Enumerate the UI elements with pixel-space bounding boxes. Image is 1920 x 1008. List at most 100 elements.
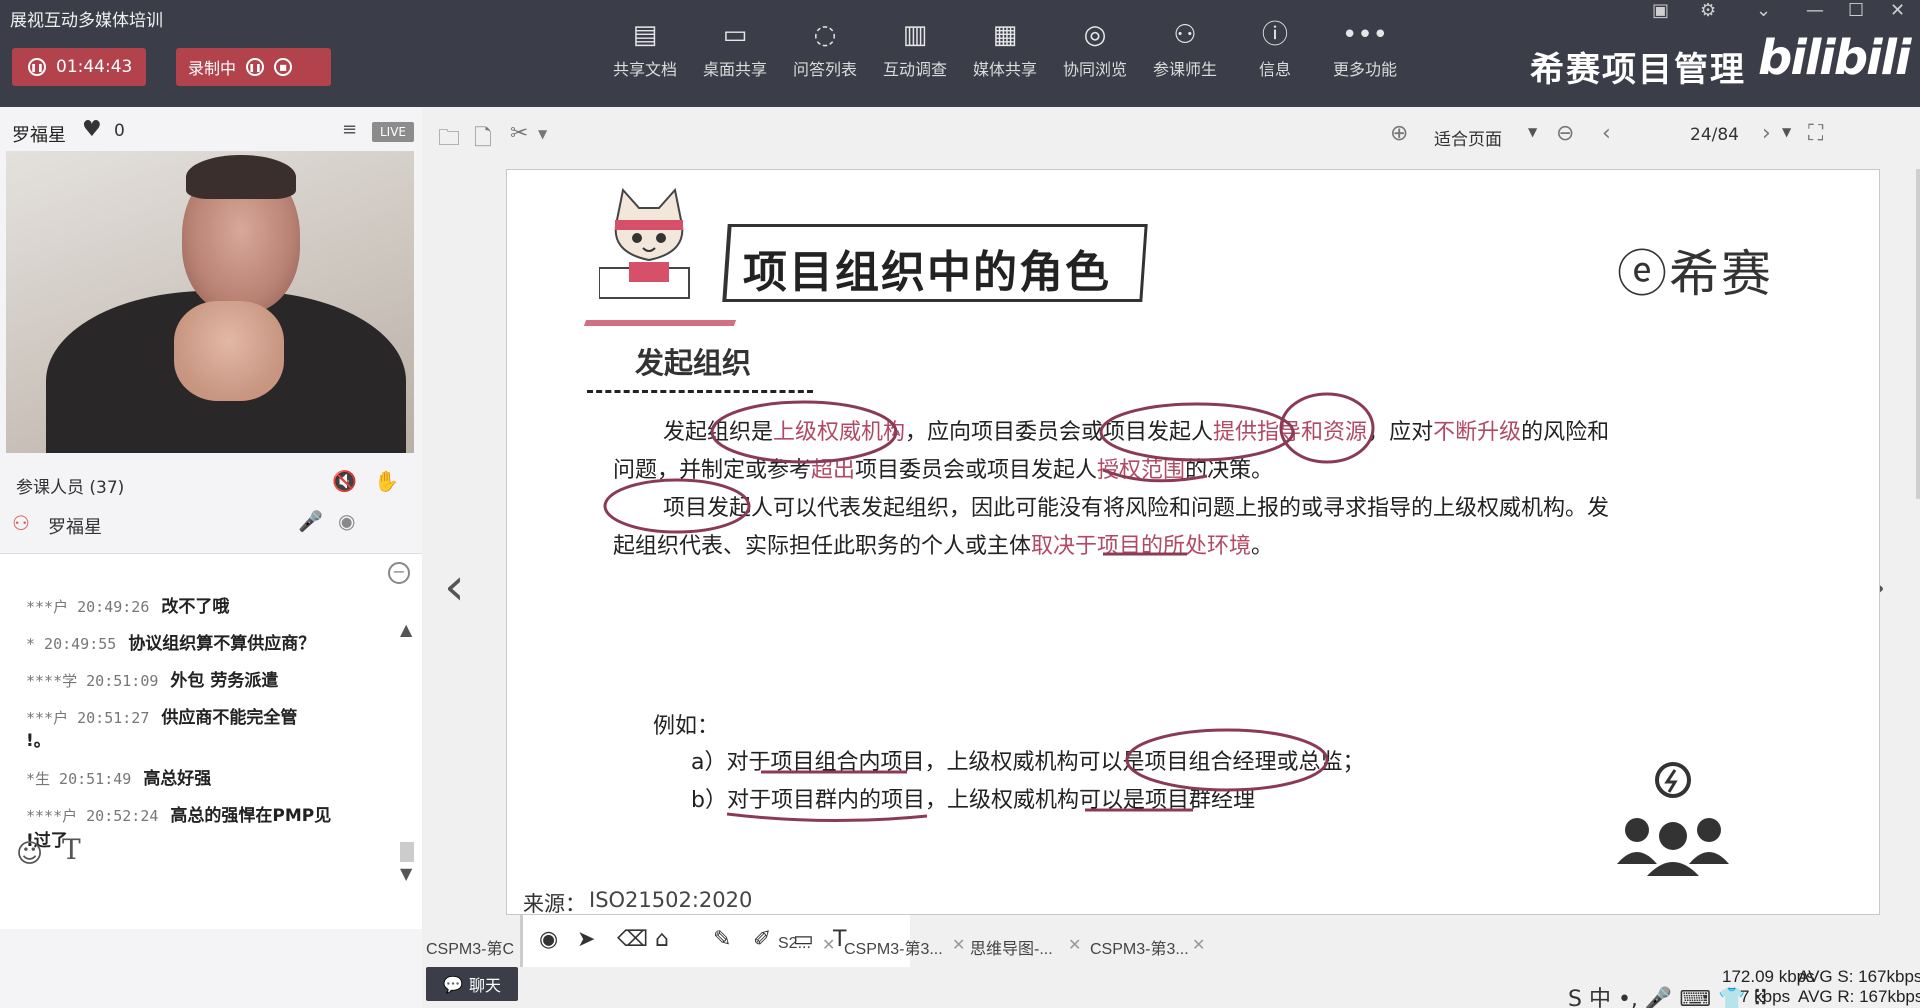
doc-tab-active[interactable]: CSPM3-第3... <box>1090 935 1189 959</box>
timer-text: 01:44:43 <box>56 57 133 77</box>
mute-all-icon[interactable]: 🔇 <box>332 469 357 493</box>
chat-text-continued: !。 <box>26 731 51 751</box>
chat-message: ***户 20:51:27 供应商不能完全管 <box>26 703 297 728</box>
chat-message: * 20:49:55 协议组织算不算供应商？ <box>26 629 315 654</box>
chevron-down-icon[interactable]: ▼ <box>538 127 547 141</box>
left-panel: 罗福星 ♥ 0 ≡ LIVE 参课人员 (37) 🔇 ✋ ⚇ 罗福星 🎤 ◉ −… <box>0 107 422 1008</box>
tool-info[interactable]: ⓘ 信息 <box>1230 20 1320 80</box>
doc-tab[interactable]: CSPM3-第3... <box>844 935 943 959</box>
record-button[interactable]: 录制中 ❚❚ ■ <box>176 48 331 86</box>
bilibili-logo: bilibili <box>1758 30 1911 86</box>
doc-toolbar: 🗀 🗋 ✂ ▼ ⊕ 适合页面 ▼ ⊖ ‹ 24/84 ▼ › ⛶ <box>422 107 1920 163</box>
chat-sender: ***户 20:49:26 <box>26 598 150 616</box>
chat-button-label: 聊天 <box>468 976 501 995</box>
close-icon[interactable]: ✕ <box>1890 0 1905 21</box>
close-tab-icon[interactable]: ✕ <box>822 935 835 954</box>
tool-people[interactable]: ⚇ 参课师生 <box>1140 20 1230 80</box>
window-menu-icon[interactable]: ▣ <box>1652 0 1669 21</box>
chat-area: − ▲ ***户 20:49:26 改不了哦 * 20:49:55 协议组织算不算供… <box>0 553 422 929</box>
doc-tab[interactable]: 思维导图-... <box>970 935 1053 959</box>
tool-label: 协同浏览 <box>1062 60 1127 79</box>
zoom-out-icon[interactable]: ⊖ <box>1556 121 1574 146</box>
doc-tab[interactable]: S2... <box>778 935 811 953</box>
tool-survey[interactable]: ▥ 互动调查 <box>870 20 960 80</box>
next-page-icon[interactable]: › <box>1762 121 1771 146</box>
camera-icon[interactable]: ◉ <box>338 509 355 533</box>
team-idea-icon <box>1617 762 1729 876</box>
timer-button[interactable]: ❚❚ 01:44:43 <box>12 48 146 86</box>
chat-text: 协议组织算不算供应商？ <box>128 634 316 654</box>
page-indicator[interactable]: 24/84 <box>1690 125 1739 145</box>
file-icon[interactable]: 🗋 <box>474 121 492 159</box>
list-menu-icon[interactable]: ≡ <box>342 119 357 140</box>
microphone-icon[interactable]: 🎤 <box>298 509 323 533</box>
chevron-down-icon[interactable]: ▼ <box>1528 125 1537 139</box>
attendee-row[interactable]: ⚇ 罗福星 🎤 ◉ <box>0 505 422 543</box>
doc-share-icon: ▤ <box>632 20 658 50</box>
chat-message: *生 20:51:49 高总好强 <box>26 764 211 789</box>
zoom-in-icon[interactable]: ⊕ <box>1390 121 1408 146</box>
chat-sender: *生 20:51:49 <box>26 770 132 788</box>
app-window: 展视互动多媒体培训 ❚❚ 01:44:43 录制中 ❚❚ ■ ▤ 共享文档 ▭ … <box>0 0 1920 1008</box>
text-format-icon[interactable]: T <box>62 833 81 866</box>
tool-desktop-share[interactable]: ▭ 桌面共享 <box>690 20 780 80</box>
raise-hand-icon[interactable]: ✋ <box>374 469 399 493</box>
chat-message: ****户 20:52:24 高总的强悍在PMP见 <box>26 801 331 826</box>
info-icon: ⓘ <box>1261 20 1288 50</box>
tool-qa[interactable]: ◌ 问答列表 <box>780 20 870 80</box>
chevron-down-icon[interactable]: ▼ <box>1782 125 1791 139</box>
desktop-share-icon: ▭ <box>722 20 748 50</box>
chat-sender: ****学 20:51:09 <box>26 672 159 690</box>
recv-rate: 7 kbps <box>1740 987 1791 1006</box>
emoji-icon[interactable]: ☺ <box>16 839 43 869</box>
more-icon: ••• <box>1341 20 1388 50</box>
presenter-video <box>6 151 414 453</box>
survey-icon: ▥ <box>902 20 928 50</box>
avg-send-rate: AVG S: 167kbps <box>1798 967 1920 986</box>
tool-more[interactable]: ••• 更多功能 <box>1320 20 1410 80</box>
fullscreen-icon[interactable]: ⛶ <box>1808 121 1823 146</box>
tool-label: 问答列表 <box>792 60 857 79</box>
qa-icon: ◌ <box>813 20 837 50</box>
live-badge: LIVE <box>372 122 414 142</box>
prev-page-icon[interactable]: ‹ <box>1602 121 1611 146</box>
tool-doc-share[interactable]: ▤ 共享文档 <box>600 20 690 80</box>
close-tab-icon[interactable]: ✕ <box>952 935 965 954</box>
chat-scroll-up-icon[interactable]: ▲ <box>400 620 412 639</box>
brand-text: 希赛项目管理 <box>1530 50 1746 90</box>
doc-tab[interactable]: CSPM3-第C <box>426 935 514 959</box>
chat-collapse-icon[interactable]: − <box>388 562 410 584</box>
document-tabs: CSPM3-第C S2... ✕ CSPM3-第3... ✕ 思维导图-... … <box>422 929 1920 965</box>
person-hands <box>174 301 284 401</box>
prev-slide-icon[interactable]: ‹ <box>444 557 465 617</box>
chat-text: 外包 劳务派遣 <box>170 671 279 691</box>
attendees-label: 参课人员 (37) <box>16 478 125 498</box>
doc-scrollbar[interactable] <box>1916 169 1920 499</box>
record-label: 录制中 <box>188 59 237 78</box>
maximize-icon[interactable]: ☐ <box>1848 0 1864 21</box>
chat-text: 供应商不能完全管 <box>161 708 298 728</box>
presenter-name: 罗福星 <box>12 125 66 146</box>
record-pause-icon[interactable]: ❚❚ <box>246 58 265 76</box>
folder-icon[interactable]: 🗀 <box>438 121 460 159</box>
minimize-icon[interactable]: — <box>1806 0 1824 21</box>
scissors-icon[interactable]: ✂ <box>510 121 528 146</box>
close-tab-icon[interactable]: ✕ <box>1068 935 1081 954</box>
chat-scroll-down-icon[interactable]: ▼ <box>400 864 412 883</box>
person-hair <box>186 155 296 199</box>
tool-media[interactable]: ▦ 媒体共享 <box>960 20 1050 80</box>
attendee-name: 罗福星 <box>48 517 102 538</box>
fit-page-select[interactable]: 适合页面 <box>1434 125 1502 150</box>
chat-button[interactable]: 💬 聊天 <box>426 967 518 1001</box>
collapse-icon[interactable]: ⌄ <box>1756 0 1771 21</box>
chat-scrollbar[interactable] <box>400 842 414 862</box>
avg-recv-rate: AVG R: 167kbps <box>1798 987 1920 1006</box>
app-title: 展视互动多媒体培训 <box>10 11 163 31</box>
chat-sender: ****户 20:52:24 <box>26 807 159 825</box>
close-tab-icon[interactable]: ✕ <box>1192 935 1205 954</box>
heart-icon[interactable]: ♥ <box>82 117 102 142</box>
tool-browse[interactable]: ◎ 协同浏览 <box>1050 20 1140 80</box>
settings-icon[interactable]: ⚙ <box>1700 0 1716 21</box>
record-stop-icon[interactable]: ■ <box>274 58 293 76</box>
slide: 项目组织中的角色 ⓔ希赛 发起组织 发起组织是上级权威机构，应向项目委员会或项目… <box>506 169 1880 916</box>
